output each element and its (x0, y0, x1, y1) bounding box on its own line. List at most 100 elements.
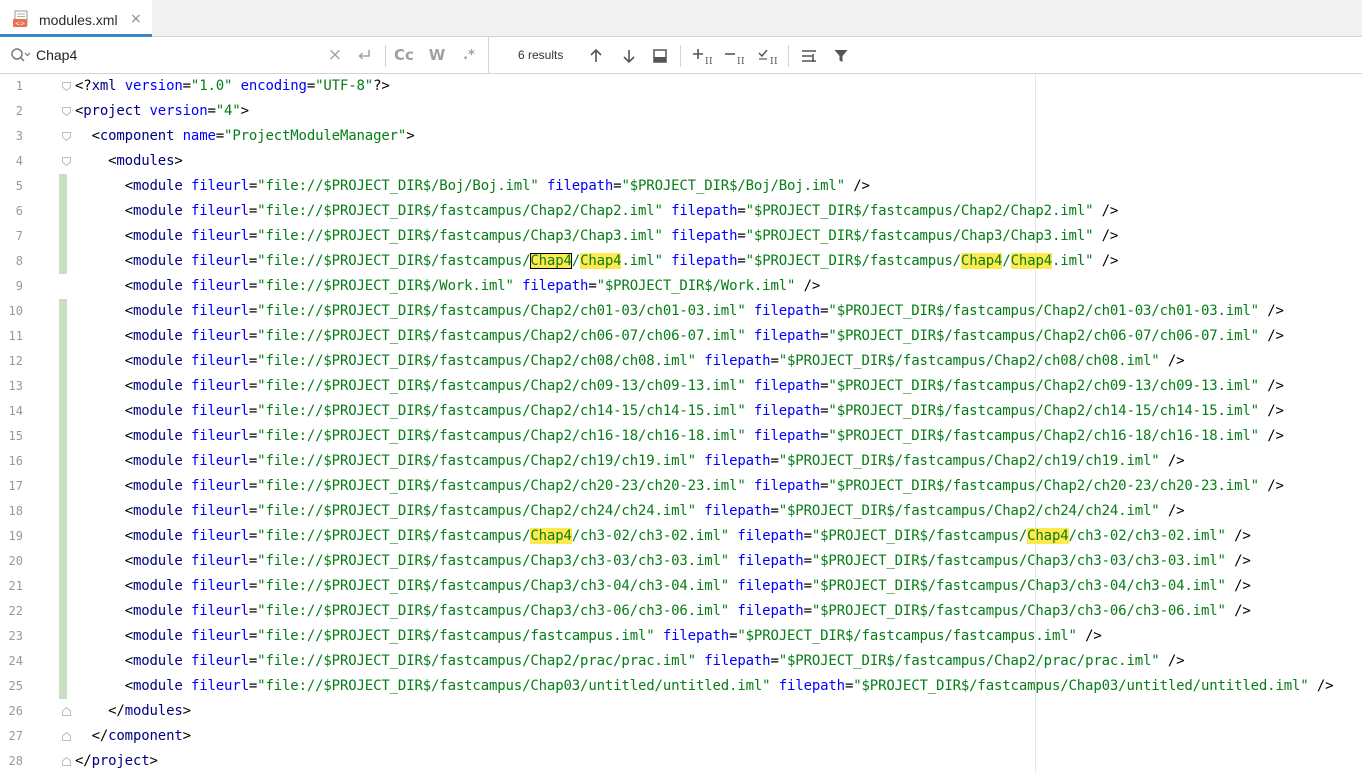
code-line[interactable]: </modules> (75, 699, 191, 724)
find-field-area: × Cc W .* (0, 37, 489, 73)
tag-bracket: > (182, 728, 191, 744)
attr-value: "file://$PROJECT_DIR$/fastcampus/fastcam… (257, 628, 655, 644)
tag-bracket: < (124, 503, 133, 519)
attr-equals: = (215, 128, 225, 144)
code-line[interactable]: <module fileurl="file://$PROJECT_DIR$/fa… (75, 524, 1251, 549)
regex-toggle[interactable]: .* (457, 43, 481, 67)
search-icon[interactable] (10, 47, 30, 63)
tag-bracket: < (124, 228, 133, 244)
line-number: 27 (8, 729, 23, 743)
code-line[interactable]: <module fileurl="file://$PROJECT_DIR$/fa… (75, 299, 1284, 324)
code-line[interactable]: </project> (75, 749, 158, 773)
vcs-change-marker[interactable] (59, 174, 67, 274)
code-line[interactable]: <module fileurl="file://$PROJECT_DIR$/Wo… (75, 274, 821, 299)
new-line-icon[interactable] (352, 43, 376, 67)
select-all-occurrences-button[interactable]: I I (755, 43, 781, 69)
tag-bracket: > (406, 128, 415, 144)
code-line[interactable]: <module fileurl="file://$PROJECT_DIR$/fa… (75, 599, 1251, 624)
tab-close-icon[interactable]: × (130, 11, 142, 27)
match-case-toggle[interactable]: Cc (392, 43, 416, 67)
code-editor[interactable]: 1 2 3 4 5 6 7 8 9 10 11 12 13 14 15 16 17 18 19 20 21 22 23 24 2… (0, 74, 1362, 773)
attr-name: name (182, 128, 216, 144)
fold-marker-icon[interactable] (62, 132, 71, 141)
fold-marker-icon[interactable] (62, 82, 71, 91)
code-line[interactable]: <module fileurl="file://$PROJECT_DIR$/fa… (75, 199, 1119, 224)
fold-marker-icon[interactable] (62, 757, 71, 766)
filter-button[interactable] (828, 43, 854, 69)
results-count: 6 results (518, 48, 564, 62)
attr-equals: = (182, 78, 191, 94)
code-line[interactable]: <modules> (75, 149, 183, 174)
tag-name: project (91, 753, 150, 769)
show-filter-popup-button[interactable] (647, 43, 673, 69)
code-line[interactable]: <module fileurl="file://$PROJECT_DIR$/fa… (75, 399, 1284, 424)
attr-value: "$PROJECT_DIR$/fastcampus/Chap3/ch3-04/c… (811, 578, 1226, 594)
tab-modules-xml[interactable]: <> modules.xml × (0, 0, 152, 37)
attr-value: "$PROJECT_DIR$/fastcampus/Chap2/prac/pra… (778, 653, 1160, 669)
code-line[interactable]: <module fileurl="file://$PROJECT_DIR$/fa… (75, 349, 1185, 374)
code-line[interactable]: <project version="4"> (75, 99, 249, 124)
tag-bracket: /> (1234, 578, 1251, 594)
tag-bracket: /> (1101, 228, 1119, 244)
tag-bracket: /> (1267, 478, 1284, 494)
code-line[interactable]: <module fileurl="file://$PROJECT_DIR$/fa… (75, 624, 1102, 649)
tag-bracket: < (124, 328, 133, 344)
attr-equals: = (306, 78, 316, 94)
attr-name: fileurl (190, 628, 249, 644)
previous-occurrence-button[interactable] (583, 43, 609, 69)
funnel-icon (834, 50, 848, 62)
code-line[interactable]: <module fileurl="file://$PROJECT_DIR$/fa… (75, 449, 1185, 474)
tag-bracket: /> (1234, 603, 1251, 619)
code-line[interactable]: </component> (75, 724, 192, 749)
fold-marker-icon[interactable] (62, 732, 71, 741)
attr-value: "file://$PROJECT_DIR$/fastcampus/Chap2/C… (257, 203, 663, 219)
line-number: 3 (15, 129, 23, 143)
tag-bracket: < (124, 203, 133, 219)
tag-bracket: /> (1316, 678, 1334, 694)
code-line[interactable]: <module fileurl="file://$PROJECT_DIR$/fa… (75, 424, 1284, 449)
code-line[interactable]: <module fileurl="file://$PROJECT_DIR$/fa… (75, 474, 1284, 499)
fold-marker-icon[interactable] (62, 707, 71, 716)
attr-name: filepath (753, 303, 821, 319)
attr-name: fileurl (190, 653, 249, 669)
search-match-highlight: Chap4 (1027, 528, 1069, 544)
add-occurrence-button[interactable]: I I (690, 43, 716, 69)
select-all-icon: I I (758, 49, 778, 65)
vcs-change-marker[interactable] (59, 299, 67, 699)
code-line[interactable]: <component name="ProjectModuleManager"> (75, 124, 415, 149)
attr-name: fileurl (190, 578, 249, 594)
code-line[interactable]: <module fileurl="file://$PROJECT_DIR$/fa… (75, 374, 1284, 399)
tag-bracket: /> (1167, 353, 1185, 369)
fold-marker-icon[interactable] (62, 107, 71, 116)
attr-name: filepath (671, 253, 738, 269)
line-number: 26 (8, 704, 23, 718)
tag-bracket: /> (1085, 628, 1102, 644)
tag-name: modules (116, 153, 175, 169)
remove-occurrence-button[interactable]: I I (722, 43, 748, 69)
attr-equals: = (248, 603, 258, 619)
line-number: 17 (8, 479, 23, 493)
attr-equals: = (737, 228, 746, 244)
next-occurrence-button[interactable] (616, 43, 642, 69)
code-line[interactable]: <module fileurl="file://$PROJECT_DIR$/fa… (75, 674, 1334, 699)
search-input[interactable] (36, 44, 316, 66)
filter-search-results-button[interactable] (796, 43, 822, 69)
attr-name: filepath (737, 528, 804, 544)
words-toggle[interactable]: W (425, 43, 449, 67)
code-line[interactable]: <module fileurl="file://$PROJECT_DIR$/fa… (75, 549, 1251, 574)
code-line[interactable]: <?xml version="1.0" encoding="UTF-8"?> (75, 74, 390, 99)
code-line[interactable]: <module fileurl="file://$PROJECT_DIR$/fa… (75, 499, 1185, 524)
code-line[interactable]: <module fileurl="file://$PROJECT_DIR$/fa… (75, 324, 1284, 349)
attr-name: encoding (240, 78, 307, 94)
code-line[interactable]: <module fileurl="file://$PROJECT_DIR$/Bo… (75, 174, 870, 199)
tag-bracket: /> (1267, 428, 1284, 444)
code-line[interactable]: <module fileurl="file://$PROJECT_DIR$/fa… (75, 249, 1118, 274)
fold-marker-icon[interactable] (62, 157, 71, 166)
code-line[interactable]: <module fileurl="file://$PROJECT_DIR$/fa… (75, 649, 1185, 674)
tag-name: module (132, 503, 183, 519)
clear-search-icon[interactable]: × (323, 43, 347, 67)
search-match-highlight: Chap4 (1010, 253, 1053, 269)
code-line[interactable]: <module fileurl="file://$PROJECT_DIR$/fa… (75, 574, 1251, 599)
xml-decl-close: ?> (373, 78, 390, 94)
code-line[interactable]: <module fileurl="file://$PROJECT_DIR$/fa… (75, 224, 1119, 249)
